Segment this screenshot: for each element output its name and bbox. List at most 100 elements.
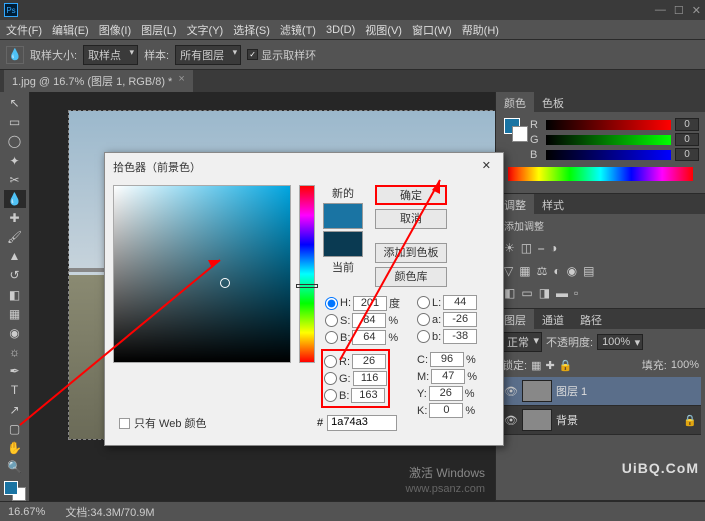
threshold-icon[interactable]: ◨ xyxy=(539,286,550,300)
menu-3d[interactable]: 3D(D) xyxy=(326,24,355,36)
g-value[interactable]: 0 xyxy=(675,133,699,146)
show-ring-checkbox[interactable]: ✓ 显示取样环 xyxy=(247,47,316,63)
photo-filter-icon[interactable]: ◉ xyxy=(567,264,577,278)
tab-styles[interactable]: 样式 xyxy=(534,194,572,214)
web-only-checkbox[interactable]: 只有 Web 颜色 xyxy=(119,415,207,431)
h-radio[interactable] xyxy=(325,297,338,310)
s-radio[interactable] xyxy=(325,314,338,327)
foreground-swatch[interactable] xyxy=(4,481,18,495)
lasso-tool-icon[interactable]: ◯ xyxy=(4,132,26,150)
marquee-tool-icon[interactable]: ▭ xyxy=(4,113,26,131)
hand-tool-icon[interactable]: ✋ xyxy=(4,439,26,457)
menu-type[interactable]: 文字(Y) xyxy=(187,22,224,38)
maximize-icon[interactable]: ☐ xyxy=(674,4,684,17)
eyedropper-icon[interactable]: 💧 xyxy=(6,46,24,64)
balance-icon[interactable]: ⚖ xyxy=(537,264,548,278)
menu-filter[interactable]: 滤镜(T) xyxy=(280,22,316,38)
panel-swatch[interactable] xyxy=(504,118,528,142)
brush-tool-icon[interactable]: 🖌 xyxy=(4,228,26,246)
menu-select[interactable]: 选择(S) xyxy=(233,22,270,38)
a-input[interactable]: -26 xyxy=(443,312,477,327)
tab-close-icon[interactable]: × xyxy=(178,73,184,89)
menu-file[interactable]: 文件(F) xyxy=(6,22,42,38)
color-libraries-button[interactable]: 颜色库 xyxy=(375,267,447,287)
sample-select[interactable]: 所有图层 xyxy=(175,45,241,65)
blend-mode-select[interactable]: 正常 xyxy=(502,332,542,352)
selective-icon[interactable]: ▫ xyxy=(574,286,578,300)
color-swatch[interactable] xyxy=(4,481,26,501)
minimize-icon[interactable]: — xyxy=(655,4,666,17)
color-field[interactable] xyxy=(113,185,291,363)
menu-window[interactable]: 窗口(W) xyxy=(412,22,452,38)
dialog-close-icon[interactable]: ✕ xyxy=(478,159,495,175)
blur-tool-icon[interactable]: ◉ xyxy=(4,324,26,342)
eyedropper-tool-icon[interactable]: 💧 xyxy=(4,190,26,208)
tab-swatches[interactable]: 色板 xyxy=(534,92,572,112)
opacity-select[interactable]: 100% xyxy=(597,334,643,350)
invert-icon[interactable]: ◧ xyxy=(504,286,515,300)
menu-view[interactable]: 视图(V) xyxy=(365,22,402,38)
hue-icon[interactable]: ▦ xyxy=(519,264,530,278)
eye-icon[interactable]: 👁 xyxy=(504,414,518,427)
tab-color[interactable]: 颜色 xyxy=(496,92,534,112)
mixer-icon[interactable]: ▤ xyxy=(583,264,594,278)
lock-pos-icon[interactable]: ✚ xyxy=(545,359,554,372)
zoom-value[interactable]: 16.67% xyxy=(8,506,45,518)
h-input[interactable]: 201 xyxy=(353,296,387,311)
stamp-tool-icon[interactable]: ▲ xyxy=(4,247,26,265)
menu-layer[interactable]: 图层(L) xyxy=(141,22,176,38)
sample-size-select[interactable]: 取样点 xyxy=(83,45,138,65)
add-swatch-button[interactable]: 添加到色板 xyxy=(375,243,447,263)
gradient-tool-icon[interactable]: ▦ xyxy=(4,305,26,323)
layer-1[interactable]: 👁 图层 1 xyxy=(500,377,701,406)
pen-tool-icon[interactable]: ✒ xyxy=(4,362,26,380)
g-radio[interactable] xyxy=(324,372,337,385)
eye-icon[interactable]: 👁 xyxy=(504,385,518,398)
bw-icon[interactable]: ◐ xyxy=(553,264,560,278)
bb-input[interactable]: -38 xyxy=(443,329,477,344)
l-input[interactable]: 44 xyxy=(443,295,477,310)
history-brush-icon[interactable]: ↺ xyxy=(4,266,26,284)
hex-input[interactable]: 1a74a3 xyxy=(327,415,397,431)
tab-paths[interactable]: 路径 xyxy=(572,309,610,329)
levels-icon[interactable]: ◫ xyxy=(521,241,532,256)
m-input[interactable]: 47 xyxy=(431,369,465,384)
shape-tool-icon[interactable]: ▢ xyxy=(4,420,26,438)
eraser-tool-icon[interactable]: ◧ xyxy=(4,286,26,304)
s-input[interactable]: 84 xyxy=(352,313,386,328)
spectrum-bar[interactable] xyxy=(508,167,693,181)
k-input[interactable]: 0 xyxy=(429,403,463,418)
r-input[interactable]: 26 xyxy=(352,354,386,369)
close-icon[interactable]: ✕ xyxy=(692,4,701,17)
blue-input[interactable]: 163 xyxy=(351,388,385,403)
menu-help[interactable]: 帮助(H) xyxy=(462,22,499,38)
path-tool-icon[interactable]: ↗ xyxy=(4,401,26,419)
heal-tool-icon[interactable]: ✚ xyxy=(4,209,26,227)
layer-bg[interactable]: 👁 背景 🔒 xyxy=(500,406,701,435)
fill-select[interactable]: 100% xyxy=(671,359,699,371)
curves-icon[interactable]: ⎯ xyxy=(538,241,544,256)
type-tool-icon[interactable]: T xyxy=(4,381,26,399)
g-input[interactable]: 116 xyxy=(353,371,387,386)
lock-all-icon[interactable]: 🔒 xyxy=(559,359,573,372)
cancel-button[interactable]: 取消 xyxy=(375,209,447,229)
b-slider[interactable] xyxy=(546,150,671,160)
wand-tool-icon[interactable]: ✦ xyxy=(4,151,26,169)
ok-button[interactable]: 确定 xyxy=(375,185,447,205)
hue-slider[interactable] xyxy=(299,185,315,363)
zoom-tool-icon[interactable]: 🔍 xyxy=(4,458,26,476)
posterize-icon[interactable]: ▭ xyxy=(521,286,532,300)
lock-pixel-icon[interactable]: ▦ xyxy=(531,359,541,372)
l-radio[interactable] xyxy=(417,296,430,309)
blue-radio[interactable] xyxy=(324,389,337,402)
bb-radio[interactable] xyxy=(417,330,430,343)
vibrance-icon[interactable]: ▽ xyxy=(504,264,513,278)
dodge-tool-icon[interactable]: ☼ xyxy=(4,343,26,361)
g-slider[interactable] xyxy=(546,135,671,145)
b-value[interactable]: 0 xyxy=(675,148,699,161)
tab-channels[interactable]: 通道 xyxy=(534,309,572,329)
menu-edit[interactable]: 编辑(E) xyxy=(52,22,89,38)
gradient-map-icon[interactable]: ▬ xyxy=(556,286,568,300)
exposure-icon[interactable]: ◑ xyxy=(550,241,557,256)
current-color-swatch[interactable] xyxy=(323,231,363,257)
